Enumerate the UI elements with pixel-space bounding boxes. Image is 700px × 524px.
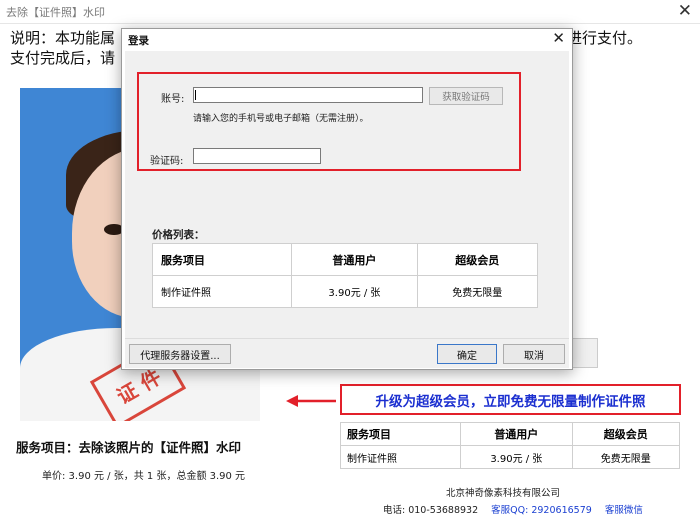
arrow-icon	[286, 395, 336, 407]
table-row: 制作证件照 3.90元 / 张 免费无限量	[151, 275, 539, 308]
table-cell: 制作证件照	[151, 275, 293, 308]
table-header-cell: 服务项目	[151, 243, 293, 276]
cancel-button[interactable]: 取消	[503, 344, 565, 364]
upgrade-banner[interactable]: 升级为超级会员，立即免费无限量制作证件照	[340, 384, 681, 415]
account-hint: 请输入您的手机号或电子邮箱（无需注册）。	[193, 114, 369, 124]
account-label: 账号:	[161, 94, 185, 105]
table-header-cell: 普通用户	[291, 243, 418, 276]
dialog-title: 登录	[128, 35, 149, 47]
text-caret	[195, 90, 196, 100]
login-dialog: 登录 ✕ 账号: 获取验证码 请输入您的手机号或电子邮箱（无需注册）。 验证码:…	[121, 28, 573, 370]
table-cell: 制作证件照	[339, 445, 462, 469]
contact-row: 电话: 010-53688932 客服QQ: 2920616579 客服微信	[383, 502, 643, 516]
close-icon[interactable]: ✕	[552, 29, 565, 47]
description-line1: 说明：本功能属	[10, 29, 116, 47]
dialog-titlebar: 登录 ✕	[122, 29, 572, 51]
table-cell: 3.90元 / 张	[291, 275, 418, 308]
account-input[interactable]	[193, 87, 423, 103]
price-table: 服务项目 普通用户 超级会员 制作证件照 3.90元 / 张 免费无限量	[151, 243, 539, 308]
table-cell: 免费无限量	[416, 275, 539, 308]
unit-price: 单价: 3.90 元 / 张，共 1 张，总金额 3.90 元	[42, 471, 246, 482]
table-cell: 免费无限量	[571, 445, 681, 469]
window-title: 去除【证件照】水印	[6, 6, 105, 19]
description-line2: 支付完成后，请	[10, 49, 116, 67]
ok-button[interactable]: 确定	[437, 344, 497, 364]
proxy-settings-button[interactable]: 代理服务器设置...	[129, 344, 231, 364]
phone-number: 电话: 010-53688932	[383, 505, 479, 516]
table-row: 制作证件照 3.90元 / 张 免费无限量	[339, 445, 681, 469]
verification-code-input[interactable]	[193, 148, 321, 164]
background-price-table: 服务项目 普通用户 超级会员 制作证件照 3.90元 / 张 免费无限量	[339, 422, 681, 469]
description: 说明：本功能属 支付完成后，请	[10, 28, 115, 68]
company-name: 北京神奇像素科技有限公司	[446, 488, 561, 499]
qq-link[interactable]: 客服QQ: 2920616579	[491, 505, 592, 516]
get-code-button[interactable]: 获取验证码	[429, 87, 503, 105]
outer-titlebar: 去除【证件照】水印 ✕	[0, 0, 700, 24]
wechat-link[interactable]: 客服微信	[605, 505, 643, 516]
table-header-cell: 超级会员	[416, 243, 539, 276]
price-list-label: 价格列表：	[152, 229, 205, 241]
dialog-footer: 代理服务器设置... 确定 取消	[125, 338, 569, 368]
close-icon[interactable]: ✕	[678, 1, 692, 21]
table-header-row: 服务项目 普通用户 超级会员	[151, 243, 539, 276]
table-header-cell: 普通用户	[460, 422, 573, 446]
login-form: 账号: 获取验证码 请输入您的手机号或电子邮箱（无需注册）。 验证码:	[137, 72, 521, 171]
table-header-cell: 超级会员	[571, 422, 681, 446]
table-header-row: 服务项目 普通用户 超级会员	[339, 422, 681, 446]
service-title: 服务项目：去除该照片的【证件照】水印	[16, 440, 242, 455]
code-label: 验证码:	[150, 156, 184, 167]
table-cell: 3.90元 / 张	[460, 445, 573, 469]
dialog-body: 账号: 获取验证码 请输入您的手机号或电子邮箱（无需注册）。 验证码: 价格列表…	[125, 51, 569, 338]
table-header-cell: 服务项目	[339, 422, 462, 446]
